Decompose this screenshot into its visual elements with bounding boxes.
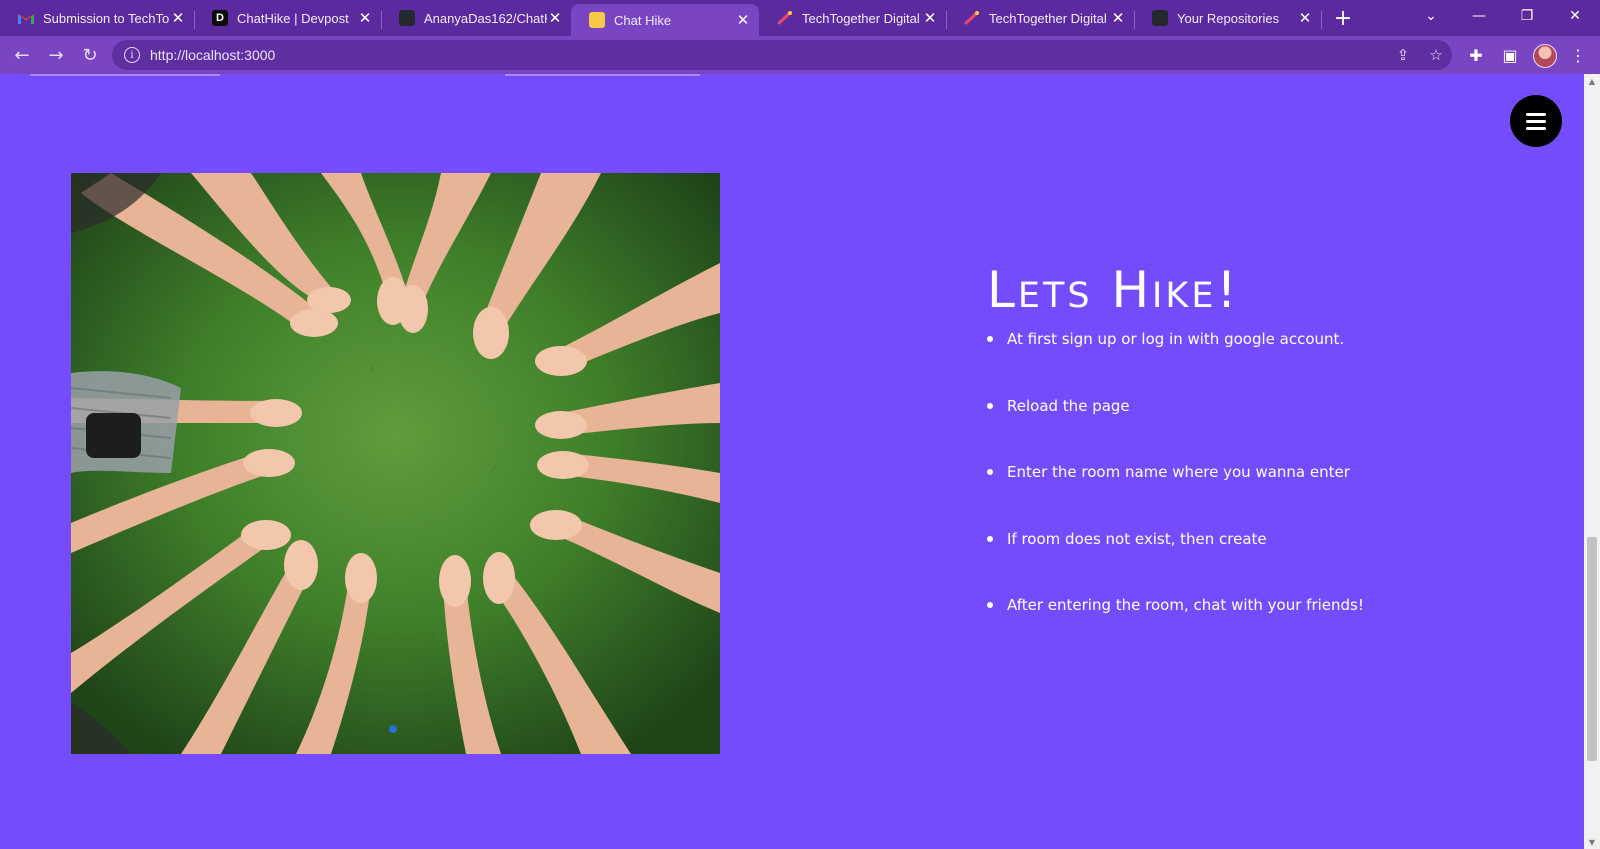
hands-in-circle-illustration bbox=[71, 173, 720, 754]
tab-chat-hike[interactable]: Chat Hike ✕ bbox=[571, 4, 759, 36]
menu-bar bbox=[1526, 119, 1546, 123]
more-menu-icon[interactable]: ⋮ bbox=[1565, 42, 1591, 68]
step-item: Enter the room name where you wanna ente… bbox=[987, 460, 1547, 527]
step-item: At first sign up or log in with google a… bbox=[987, 327, 1547, 394]
hamburger-menu-button[interactable] bbox=[1510, 95, 1562, 147]
scroll-up-arrow-icon[interactable]: ▲ bbox=[1584, 74, 1600, 88]
address-bar[interactable]: i http://localhost:3000 ⇪ ☆ bbox=[112, 40, 1452, 70]
instructions-panel: Lets Hike! At first sign up or log in wi… bbox=[987, 259, 1547, 660]
tab-techtogether-2[interactable]: TechTogether Digital | ✕ bbox=[946, 4, 1135, 32]
close-tab-icon[interactable]: ✕ bbox=[1110, 10, 1126, 27]
reload-button[interactable]: ↻ bbox=[77, 42, 103, 68]
close-tab-icon[interactable]: ✕ bbox=[357, 10, 373, 27]
tab-title: TechTogether Digital | bbox=[802, 10, 922, 26]
step-item: Reload the page bbox=[987, 394, 1547, 461]
tab-gmail[interactable]: Submission to TechTo ✕ bbox=[0, 4, 195, 32]
url-text[interactable]: http://localhost:3000 bbox=[150, 47, 275, 63]
github-icon bbox=[399, 10, 415, 26]
menu-bar bbox=[1526, 126, 1546, 130]
scroll-down-arrow-icon[interactable]: ▼ bbox=[1584, 835, 1600, 849]
tab-title: Chat Hike bbox=[614, 12, 672, 28]
menu-bar bbox=[1526, 112, 1546, 116]
bookmark-star-icon[interactable]: ☆ bbox=[1425, 44, 1447, 66]
tab-title: AnanyaDas162/ChatH bbox=[424, 10, 547, 26]
close-window-button[interactable]: ✕ bbox=[1552, 0, 1598, 32]
divider bbox=[30, 74, 220, 76]
restore-button[interactable]: ❐ bbox=[1504, 0, 1550, 32]
tab-title: TechTogether Digital | bbox=[989, 10, 1110, 26]
tab-title: Submission to TechTo bbox=[43, 10, 170, 26]
back-button[interactable]: ← bbox=[9, 42, 35, 68]
tab-title: ChatHike | Devpost bbox=[237, 10, 349, 26]
tab-techtogether-1[interactable]: TechTogether Digital | ✕ bbox=[759, 4, 947, 32]
hero-image bbox=[71, 173, 720, 754]
gmail-icon bbox=[18, 10, 34, 26]
scrollbar-thumb[interactable] bbox=[1587, 537, 1597, 761]
close-tab-icon[interactable]: ✕ bbox=[735, 12, 751, 29]
tab-devpost[interactable]: D ChatHike | Devpost ✕ bbox=[194, 4, 382, 32]
forward-button[interactable]: → bbox=[43, 42, 69, 68]
tab-title: Your Repositories bbox=[1177, 10, 1280, 26]
step-item: After entering the room, chat with your … bbox=[987, 593, 1547, 660]
chat-hike-icon bbox=[589, 12, 605, 28]
tab-strip: Submission to TechTo ✕ D ChatHike | Devp… bbox=[0, 0, 1600, 36]
divider bbox=[505, 74, 700, 76]
page-title: Lets Hike! bbox=[987, 261, 1240, 319]
techtogether-icon bbox=[964, 10, 980, 26]
tab-github-repo[interactable]: AnanyaDas162/ChatH ✕ bbox=[381, 4, 571, 32]
extensions-puzzle-icon[interactable]: ✚ bbox=[1463, 42, 1489, 68]
close-tab-icon[interactable]: ✕ bbox=[170, 10, 186, 27]
step-item: If room does not exist, then create bbox=[987, 527, 1547, 594]
tab-your-repositories[interactable]: Your Repositories ✕ bbox=[1134, 4, 1322, 32]
page-viewport: Lets Hike! At first sign up or log in wi… bbox=[0, 74, 1584, 849]
browser-toolbar: ← → ↻ i http://localhost:3000 ⇪ ☆ ✚ ▣ ⋮ bbox=[0, 36, 1600, 74]
vertical-scrollbar[interactable]: ▲ ▼ bbox=[1584, 74, 1600, 849]
profile-avatar[interactable] bbox=[1533, 44, 1557, 68]
share-icon[interactable]: ⇪ bbox=[1392, 44, 1414, 66]
close-tab-icon[interactable]: ✕ bbox=[547, 10, 563, 27]
techtogether-icon bbox=[777, 10, 793, 26]
site-info-icon[interactable]: i bbox=[124, 47, 140, 63]
devpost-icon: D bbox=[212, 10, 228, 26]
github-icon bbox=[1152, 10, 1168, 26]
minimize-button[interactable]: — bbox=[1456, 0, 1502, 32]
new-tab-button[interactable]: + bbox=[1330, 5, 1356, 31]
steps-list: At first sign up or log in with google a… bbox=[987, 327, 1547, 660]
tab-search-button[interactable]: ⌄ bbox=[1408, 0, 1454, 32]
side-panel-icon[interactable]: ▣ bbox=[1497, 42, 1523, 68]
close-tab-icon[interactable]: ✕ bbox=[922, 10, 938, 27]
close-tab-icon[interactable]: ✕ bbox=[1297, 10, 1313, 27]
